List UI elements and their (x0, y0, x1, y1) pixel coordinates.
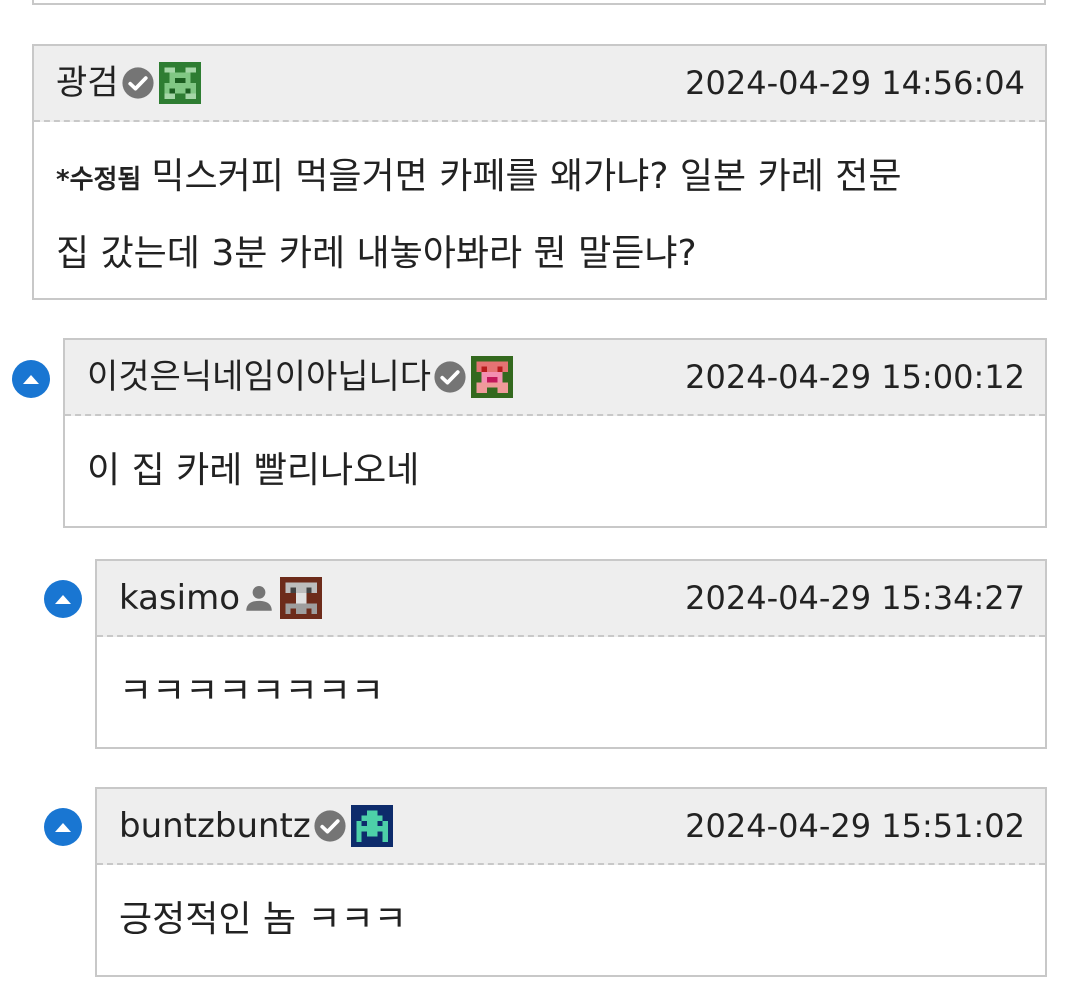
author-name[interactable]: 광검 (56, 66, 119, 100)
comment-author: kasimo (119, 561, 323, 635)
comment-body: *수정됨 믹스커피 먹을거면 카페를 왜가냐? 일본 카레 전문 집 갔는데 3분… (34, 122, 1045, 291)
author-name[interactable]: kasimo (119, 581, 240, 615)
green-pixel-avatar-icon (158, 62, 201, 104)
comment-body-line: 집 갔는데 3분 카레 내놓아봐라 뭔 말듣냐? (56, 233, 697, 274)
author-name[interactable]: 이것은닉네임이아닙니다 (87, 360, 431, 394)
comment-timestamp: 2024-04-29 15:00:12 (685, 358, 1025, 396)
reply-collapse-button[interactable] (44, 580, 82, 618)
verified-check-icon (121, 67, 154, 99)
comment-card: 이것은닉네임이아닙니다 2024-04-29 15:00:12 이 집 카레 빨… (63, 338, 1047, 528)
comment-card: buntzbuntz 2024-04-29 15:51:02 긍정적인 놈 ㅋㅋ… (95, 787, 1047, 977)
comment-author: buntzbuntz (119, 789, 393, 863)
comment-body: 이 집 카레 빨리나오네 (87, 450, 420, 491)
comment-timestamp: 2024-04-29 15:34:27 (685, 579, 1025, 617)
person-icon (246, 585, 272, 611)
author-name[interactable]: buntzbuntz (119, 809, 311, 843)
pink-pixel-avatar-icon (471, 356, 514, 398)
reply-collapse-button[interactable] (44, 808, 82, 846)
comment-card: kasimo 2024-04-29 15:34:27 ㅋㅋㅋㅋㅋㅋㅋㅋ (95, 559, 1047, 749)
brown-pixel-avatar-icon (280, 577, 323, 619)
comment-author: 광검 (56, 46, 201, 120)
edited-label: *수정됨 (56, 165, 142, 195)
caret-up-icon (55, 595, 71, 604)
comment-body: ㅋㅋㅋㅋㅋㅋㅋㅋ (119, 671, 384, 712)
previous-comment-edge (32, 0, 1046, 5)
comment-text: 믹스커피 먹을거면 카페를 왜가냐? 일본 카레 전문 (151, 156, 902, 197)
teal-pixel-invader-icon (350, 805, 393, 847)
comment-header: kasimo 2024-04-29 15:34:27 (97, 561, 1045, 637)
caret-up-icon (55, 823, 71, 832)
comment-card: 광검 2024-04-29 14:56:04 *수정됨 믹스커피 먹을거면 카페를… (32, 44, 1047, 300)
comment-timestamp: 2024-04-29 15:51:02 (685, 807, 1025, 845)
verified-check-icon (314, 810, 346, 842)
comment-body: 긍정적인 놈 ㅋㅋㅋ (119, 899, 407, 940)
reply-collapse-button[interactable] (12, 360, 50, 398)
comment-header: buntzbuntz 2024-04-29 15:51:02 (97, 789, 1045, 865)
verified-check-icon (434, 361, 466, 393)
comment-header: 이것은닉네임이아닙니다 2024-04-29 15:00:12 (65, 340, 1045, 416)
caret-up-icon (23, 375, 39, 384)
comment-body-line: *수정됨 믹스커피 먹을거면 카페를 왜가냐? 일본 카레 전문 (56, 140, 1023, 217)
comment-header: 광검 2024-04-29 14:56:04 (34, 46, 1045, 122)
comment-author: 이것은닉네임이아닙니다 (87, 340, 514, 414)
comment-timestamp: 2024-04-29 14:56:04 (685, 64, 1025, 102)
